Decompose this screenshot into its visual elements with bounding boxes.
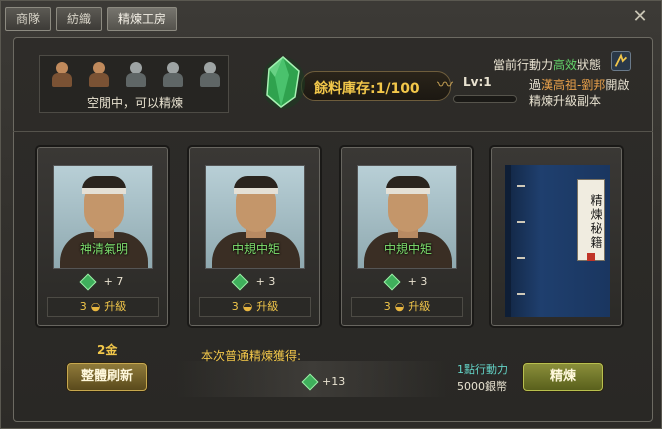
gain-title: 本次普通精煉獲得: bbox=[201, 349, 302, 363]
gold-ingot-icon: ◒ bbox=[394, 300, 405, 313]
reward-line: + 3 bbox=[341, 273, 472, 291]
action-state-text: 當前行動力高效狀態 bbox=[493, 56, 601, 73]
dungeon-post: 開啟 bbox=[605, 78, 630, 92]
worker-portrait: 中規中矩 bbox=[205, 165, 305, 269]
upgrade-cost: 3 bbox=[383, 300, 391, 313]
upgrade-button[interactable]: 3 ◒ 升級 bbox=[199, 297, 311, 317]
dungeon-pre: 過 bbox=[529, 78, 542, 92]
refine-button[interactable]: 精煉 bbox=[523, 363, 603, 391]
tab-weaving[interactable]: 紡織 bbox=[56, 7, 103, 31]
refine-card: 中規中矩 + 3 3 ◒ 升級 bbox=[339, 145, 474, 328]
worker-row bbox=[46, 60, 226, 88]
worker-idle-icon bbox=[194, 60, 226, 88]
reward-value: + 3 bbox=[255, 275, 276, 288]
worker-portrait: 神清氣明 bbox=[53, 165, 153, 269]
action-suffix: 狀態 bbox=[577, 58, 602, 72]
reward-value: + 7 bbox=[103, 275, 124, 288]
gain-value: +13 bbox=[322, 375, 346, 388]
tab-caravan[interactable]: 商隊 bbox=[5, 7, 52, 31]
jade-icon bbox=[79, 273, 97, 291]
worker-portrait: 中規中矩 bbox=[357, 165, 457, 269]
action-prefix: 當前行動力 bbox=[493, 58, 554, 72]
refine-name: 神清氣明 bbox=[79, 242, 128, 256]
gold-ingot-icon: ◒ bbox=[90, 300, 101, 313]
upgrade-label: 升級 bbox=[256, 300, 279, 313]
refresh-cost: 2金 bbox=[97, 343, 118, 357]
worker-idle-icon bbox=[120, 60, 152, 88]
worker-idle-icon bbox=[157, 60, 189, 88]
reward-line: + 3 bbox=[189, 273, 320, 291]
jade-icon bbox=[231, 273, 249, 291]
refinery-window: 商隊 紡織 精煉工房 ✕ 空閒中，可以精煉 餘料庫存:1/100 〰 Lv:1 … bbox=[0, 0, 662, 429]
reward-value: + 3 bbox=[407, 275, 428, 288]
tab-bar: 商隊 紡織 精煉工房 bbox=[5, 7, 178, 33]
secret-book-card[interactable]: 精煉秘籍 bbox=[489, 145, 624, 328]
stock-label: 餘料庫存:1/100 bbox=[314, 81, 420, 97]
dungeon-unlock-text: 過漢高祖-劉邦開啟 bbox=[529, 76, 629, 93]
level-label: Lv:1 bbox=[463, 75, 492, 89]
worker-active-icon bbox=[46, 60, 78, 88]
workers-panel: 空閒中，可以精煉 bbox=[39, 55, 229, 113]
divider bbox=[13, 131, 653, 132]
refine-card: 神清氣明 + 7 3 ◒ 升級 bbox=[35, 145, 170, 328]
action-highlight: 高效 bbox=[553, 58, 578, 72]
refine-name: 中規中矩 bbox=[383, 242, 432, 256]
refine-card: 中規中矩 + 3 3 ◒ 升級 bbox=[187, 145, 322, 328]
close-icon[interactable]: ✕ bbox=[631, 8, 649, 26]
tab-refinery[interactable]: 精煉工房 bbox=[107, 7, 178, 31]
upgrade-cost: 3 bbox=[231, 300, 239, 313]
level-block: Lv:1 bbox=[463, 75, 518, 89]
jade-gem-icon bbox=[261, 56, 305, 109]
efficiency-icon[interactable] bbox=[611, 51, 631, 71]
upgrade-button[interactable]: 3 ◒ 升級 bbox=[351, 297, 463, 317]
book-icon: 精煉秘籍 bbox=[505, 165, 610, 317]
refresh-all-button[interactable]: 整體刷新 bbox=[67, 363, 147, 391]
dungeon-name[interactable]: 漢高祖-劉邦 bbox=[541, 78, 605, 92]
upgrade-button[interactable]: 3 ◒ 升級 bbox=[47, 297, 159, 317]
seal-icon bbox=[587, 253, 595, 261]
action-point-cost: 1點行動力 bbox=[457, 363, 508, 376]
upgrade-label: 升級 bbox=[408, 300, 431, 313]
worker-status-text: 空閒中，可以精煉 bbox=[86, 96, 183, 110]
silver-cost: 5000銀幣 bbox=[457, 380, 507, 393]
worker-active-icon bbox=[83, 60, 115, 88]
upgrade-label: 升級 bbox=[104, 300, 127, 313]
gold-ingot-icon: ◒ bbox=[242, 300, 253, 313]
level-progress-bar bbox=[453, 95, 517, 103]
jade-icon bbox=[301, 373, 319, 391]
refine-name: 中規中矩 bbox=[231, 242, 280, 256]
stock-bar: 餘料庫存:1/100 bbox=[301, 71, 451, 101]
gain-value-line: +13 bbox=[301, 373, 346, 391]
book-title: 精煉秘籍 bbox=[577, 179, 605, 261]
dungeon-unlock-text-2: 精煉升級副本 bbox=[529, 94, 602, 108]
ornament-icon: 〰 bbox=[437, 75, 454, 94]
jade-icon bbox=[383, 273, 401, 291]
reward-line: + 7 bbox=[37, 273, 168, 291]
upgrade-cost: 3 bbox=[79, 300, 87, 313]
